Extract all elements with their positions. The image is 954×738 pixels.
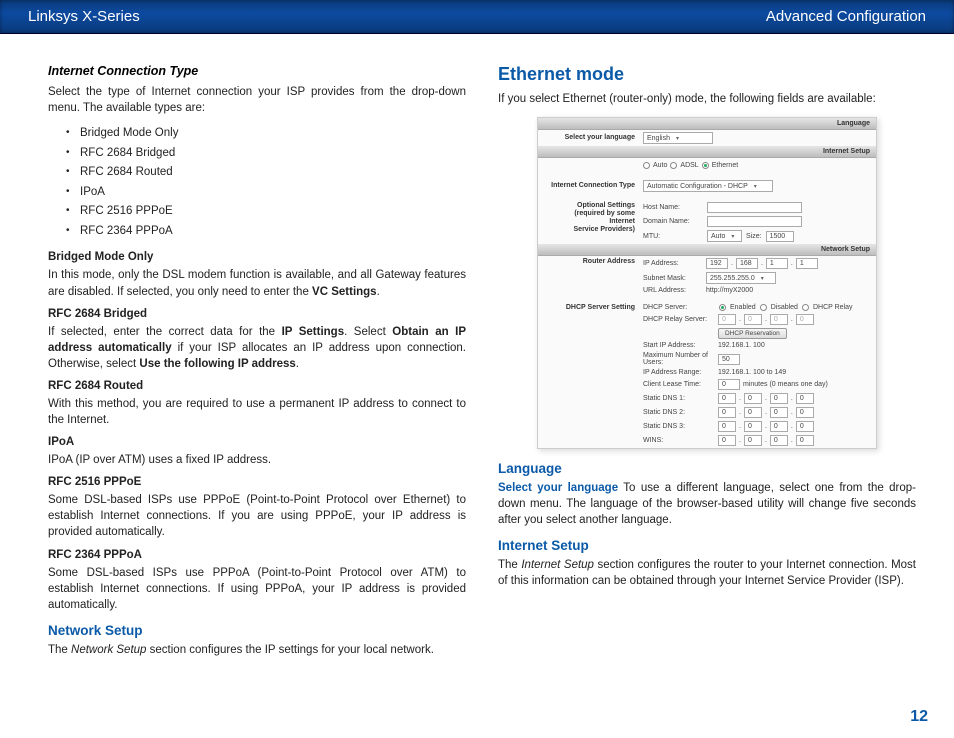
list-item: RFC 2684 Bridged [66,144,466,164]
ss-mode-radios: Auto ADSL Ethernet [643,162,872,169]
language-body: Select your language To use a different … [498,480,916,528]
bridged-head: Bridged Mode Only [48,251,466,263]
radio-adsl[interactable] [670,162,677,169]
radio-dhcp-relay[interactable] [802,304,809,311]
r2684b-head: RFC 2684 Bridged [48,308,466,320]
netsetup-head: Network Setup [48,623,466,638]
list-item: RFC 2684 Routed [66,163,466,183]
ipoa-head: IPoA [48,436,466,448]
isetup-body: The Internet Setup section configures th… [498,557,916,589]
ss-router-addr: Router Address [548,258,643,266]
ict-type-list: Bridged Mode Only RFC 2684 Bridged RFC 2… [66,124,466,241]
hostname-input[interactable] [707,202,802,213]
header-right: Advanced Configuration [766,8,926,25]
ss-opt-label: Optional Settings (required by some Inte… [548,202,643,234]
ict-heading: Internet Connection Type [48,64,466,78]
list-item: IPoA [66,183,466,203]
ss-lang-select[interactable]: English [643,132,713,144]
list-item: Bridged Mode Only [66,124,466,144]
ss-lang-label: Select your language [548,134,643,142]
ethernet-mode-head: Ethernet mode [498,64,916,85]
ss-dhcp-setting: DHCP Server Setting [548,304,643,312]
dhcp-reservation-button[interactable]: DHCP Reservation [718,328,787,339]
left-column: Internet Connection Type Select the type… [48,64,466,666]
pppoe-body: Some DSL-based ISPs use PPPoE (Point-to-… [48,492,466,540]
router-ui-screenshot: Language Select your language English In… [537,117,877,449]
page-body: Internet Connection Type Select the type… [0,34,954,686]
radio-dhcp-disabled[interactable] [760,304,767,311]
ss-bar-language: Language [538,118,876,130]
right-column: Ethernet mode If you select Ethernet (ro… [498,64,916,666]
list-item: RFC 2516 PPPoE [66,202,466,222]
radio-auto[interactable] [643,162,650,169]
r2684r-body: With this method, you are required to us… [48,396,466,428]
header-left: Linksys X-Series [28,8,140,25]
mtu-select[interactable]: Auto [707,230,742,242]
ethernet-intro: If you select Ethernet (router-only) mod… [498,91,916,107]
list-item: RFC 2364 PPPoA [66,222,466,242]
radio-dhcp-enabled[interactable] [719,304,726,311]
language-head: Language [498,461,916,476]
bridged-body: In this mode, only the DSL modem functio… [48,267,466,299]
pppoa-head: RFC 2364 PPPoA [48,549,466,561]
mtu-size-input[interactable]: 1500 [766,231,794,242]
page-number: 12 [910,708,928,726]
domain-input[interactable] [707,216,802,227]
mask-select[interactable]: 255.255.255.0 [706,272,776,284]
r2684r-head: RFC 2684 Routed [48,380,466,392]
netsetup-body: The Network Setup section configures the… [48,642,466,658]
page-header: Linksys X-Series Advanced Configuration [0,0,954,34]
ss-ict-label: Internet Connection Type [548,182,643,190]
pppoa-body: Some DSL-based ISPs use PPPoA (Point-to-… [48,565,466,613]
ss-bar-isetup: Internet Setup [538,146,876,158]
ss-bar-net: Network Setup [538,244,876,256]
isetup-head: Internet Setup [498,538,916,553]
r2684b-body: If selected, enter the correct data for … [48,324,466,372]
ict-intro: Select the type of Internet connection y… [48,84,466,116]
pppoe-head: RFC 2516 PPPoE [48,476,466,488]
radio-ethernet[interactable] [702,162,709,169]
ipoa-body: IPoA (IP over ATM) uses a fixed IP addre… [48,452,466,468]
ss-ict-select[interactable]: Automatic Configuration - DHCP [643,180,773,192]
